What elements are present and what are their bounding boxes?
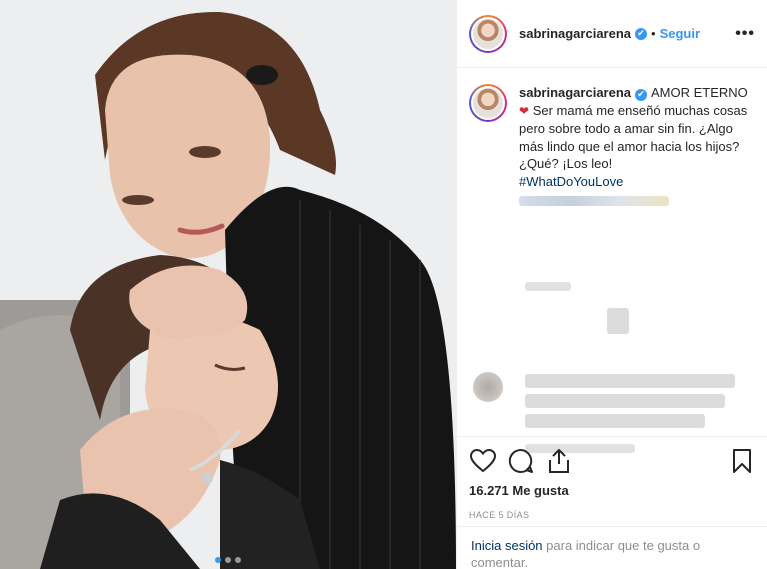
login-prompt: Inicia sesión para indicar que te gusta … [457, 526, 767, 569]
blurred-caption-line [519, 196, 669, 206]
comment-icon[interactable] [507, 447, 535, 475]
more-options-icon[interactable]: ••• [735, 25, 755, 43]
likes-count[interactable]: 16.271 Me gusta [469, 483, 756, 498]
post-timestamp[interactable]: HACE 5 DÍAS [469, 510, 756, 520]
header-username[interactable]: sabrinagarciarena [519, 26, 631, 41]
post-header: sabrinagarciarena ✔ • Seguir ••• [457, 0, 767, 68]
avatar[interactable] [469, 14, 507, 53]
carousel-dot[interactable] [225, 557, 231, 563]
heart-emoji-icon: ❤ [519, 103, 530, 118]
caption-body: sabrinagarciarena ✔ AMOR ETERNO ❤ Ser mamá… [519, 84, 755, 206]
bookmark-icon[interactable] [728, 447, 756, 475]
blurred-load-more [607, 308, 629, 334]
follow-button[interactable]: Seguir [660, 26, 700, 41]
share-icon[interactable] [545, 447, 573, 475]
blurred-meta [525, 282, 571, 291]
caption-username[interactable]: sabrinagarciarena [519, 85, 631, 100]
hashtag-link[interactable]: #WhatDoYouLove [519, 174, 623, 189]
post-actions: 16.271 Me gusta HACE 5 DÍAS [457, 436, 767, 520]
caption-title: AMOR ETERNO [651, 85, 748, 100]
blurred-comment-line [525, 394, 725, 408]
photo-illustration [0, 0, 456, 569]
blurred-comment-line [525, 374, 735, 388]
carousel-dot[interactable] [235, 557, 241, 563]
blurred-comment-line [525, 414, 705, 428]
blurred-commenter-avatar [473, 372, 503, 402]
carousel-dot[interactable] [215, 557, 221, 563]
carousel-dots [0, 557, 456, 563]
post-photo[interactable] [0, 0, 456, 569]
caption-avatar[interactable] [469, 84, 507, 122]
avatar-image [473, 18, 503, 49]
caption: sabrinagarciarena ✔ AMOR ETERNO ❤ Ser mamá… [469, 84, 755, 206]
action-icons [469, 443, 756, 479]
verified-badge-icon: ✔ [635, 88, 648, 101]
verified-badge-icon: ✔ [635, 27, 648, 40]
comments-section: sabrinagarciarena ✔ AMOR ETERNO ❤ Ser mamá… [457, 68, 767, 453]
caption-text: Ser mamá me enseñó muchas cosas pero sob… [519, 102, 748, 172]
header-separator: • [651, 26, 656, 41]
avatar-image [473, 88, 503, 118]
post-side-panel: sabrinagarciarena ✔ • Seguir ••• sabrina… [456, 0, 767, 569]
heart-icon[interactable] [469, 447, 497, 475]
login-link[interactable]: Inicia sesión [471, 538, 543, 553]
